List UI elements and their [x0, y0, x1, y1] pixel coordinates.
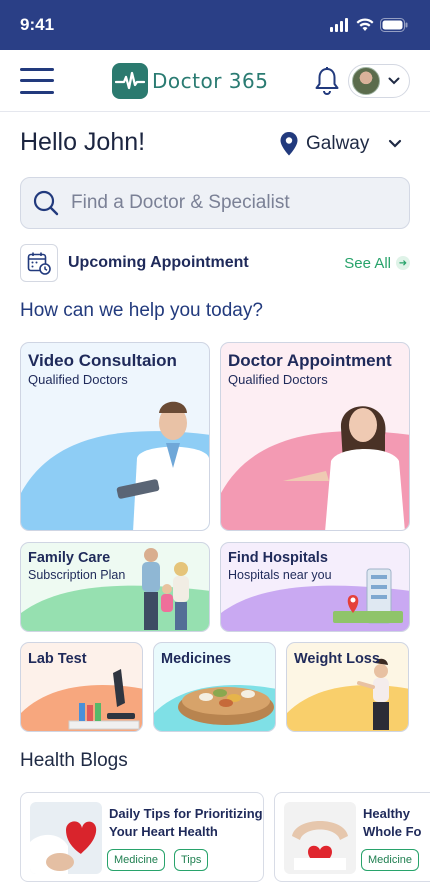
notification-bell-icon[interactable] — [314, 66, 340, 96]
app-logo[interactable]: Doctor 365 — [112, 63, 268, 99]
search-icon — [33, 190, 59, 216]
service-title: Weight Loss — [294, 651, 380, 667]
find-hospitals-card[interactable]: Find Hospitals Hospitals near you — [220, 542, 410, 632]
see-all-link[interactable]: See All ➜ — [344, 255, 410, 272]
app-header: Doctor 365 — [0, 50, 430, 112]
heartbeat-logo-icon — [112, 63, 148, 99]
menu-bar — [20, 79, 54, 82]
status-time: 9:41 — [20, 15, 55, 34]
help-heading: How can we help you today? — [20, 300, 263, 321]
wifi-icon — [356, 18, 374, 31]
weight-loss-card[interactable]: Weight Loss — [286, 642, 409, 732]
upcoming-appointment-label: Upcoming Appointment — [68, 254, 249, 271]
blog-title: Healthy Whole Fo — [363, 806, 422, 839]
upcoming-appointment-row: Upcoming Appointment See All ➜ — [20, 244, 410, 282]
status-icons — [330, 18, 408, 32]
service-subtitle: Qualified Doctors — [228, 372, 328, 387]
blog-card[interactable]: Healthy Whole Fo Medicine — [274, 792, 430, 882]
blog-thumbnail — [284, 802, 356, 874]
service-title: Video Consultaion — [28, 351, 177, 370]
medicines-card[interactable]: Medicines — [153, 642, 276, 732]
doctor-appointment-card[interactable]: Doctor Appointment Qualified Doctors — [220, 342, 410, 531]
service-title: Doctor Appointment — [228, 351, 392, 370]
logo-text: Doctor 365 — [152, 69, 268, 93]
location-label: Galway — [306, 133, 370, 154]
service-title: Medicines — [161, 651, 232, 667]
chevron-down-icon — [388, 77, 400, 85]
blog-title: Daily Tips for Prioritizing Your Heart H… — [109, 806, 263, 839]
status-bar: 9:41 — [0, 0, 430, 50]
menu-bar — [20, 90, 54, 94]
blog-tag[interactable]: Medicine — [107, 849, 166, 871]
blog-card[interactable]: Daily Tips for Prioritizing Your Heart H… — [20, 792, 264, 882]
blog-thumbnail — [30, 802, 102, 874]
map-pin-icon — [280, 132, 298, 156]
service-title: Find Hospitals — [228, 550, 328, 566]
menu-bar — [20, 67, 54, 71]
family-care-card[interactable]: Family Care Subscription Plan — [20, 542, 210, 632]
calendar-clock-icon — [20, 244, 58, 282]
menu-button[interactable] — [20, 67, 54, 94]
avatar — [352, 67, 380, 95]
search-bar[interactable] — [20, 177, 410, 229]
arrow-right-icon: ➜ — [396, 256, 410, 270]
blog-tag[interactable]: Medicine — [361, 849, 420, 871]
logo-word: Doctor — [152, 69, 222, 93]
health-blogs-heading: Health Blogs — [20, 750, 128, 771]
battery-icon — [380, 18, 408, 32]
service-title: Family Care — [28, 550, 111, 566]
search-input[interactable] — [71, 192, 391, 214]
service-subtitle: Qualified Doctors — [28, 372, 128, 387]
profile-menu-button[interactable] — [348, 64, 410, 98]
video-consultation-card[interactable]: Video Consultaion Qualified Doctors — [20, 342, 210, 531]
logo-number: 365 — [228, 69, 269, 93]
lab-test-card[interactable]: Lab Test — [20, 642, 143, 732]
location-selector[interactable]: Galway — [280, 132, 403, 156]
see-all-label: See All — [344, 254, 391, 272]
service-subtitle: Subscription Plan — [28, 568, 126, 582]
service-title: Lab Test — [28, 651, 87, 667]
service-subtitle: Hospitals near you — [228, 568, 332, 582]
chevron-down-icon — [389, 139, 402, 148]
blog-tag[interactable]: Tips — [174, 849, 209, 871]
signal-icon — [330, 18, 348, 32]
greeting-heading: Hello John! — [20, 128, 146, 156]
